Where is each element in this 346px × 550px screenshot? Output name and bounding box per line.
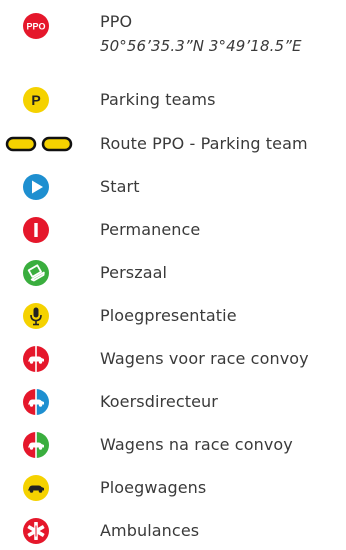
start-play-icon xyxy=(22,173,50,201)
microphone-icon xyxy=(22,302,50,330)
legend-label-ploegwagens: Ploegwagens xyxy=(100,478,207,497)
legend-sublabel-ppo-coordinates: 50°56’35.3”N 3°49’18.5”E xyxy=(100,37,302,55)
ppo-marker-icon: PPO xyxy=(22,12,50,40)
legend-label-ppo: PPO xyxy=(100,12,133,31)
legend-label-perszaal: Perszaal xyxy=(100,263,168,282)
legend-label-ambulances: Ambulances xyxy=(100,521,200,540)
ambulance-star-of-life-icon xyxy=(22,517,50,545)
press-room-laptop-icon xyxy=(22,259,50,287)
permanence-info-icon xyxy=(22,216,50,244)
map-legend: PPO PPO 50°56’35.3”N 3°49’18.5”E P Parki… xyxy=(0,0,346,550)
route-line-icon xyxy=(5,130,73,158)
legend-label-wagens-na: Wagens na race convoy xyxy=(100,435,293,454)
ppo-marker-text: PPO xyxy=(26,22,45,32)
legend-label-permanence: Permanence xyxy=(100,220,201,239)
legend-label-wagens-voor: Wagens voor race convoy xyxy=(100,349,309,368)
legend-label-route: Route PPO - Parking team xyxy=(100,134,308,153)
car-before-convoy-icon xyxy=(22,345,50,373)
parking-marker-icon: P xyxy=(22,86,50,114)
car-after-convoy-icon xyxy=(22,431,50,459)
legend-label-start: Start xyxy=(100,177,140,196)
parking-marker-text: P xyxy=(31,92,40,108)
legend-label-koersdirecteur: Koersdirecteur xyxy=(100,392,218,411)
race-director-car-icon xyxy=(22,388,50,416)
legend-label-parking-teams: Parking teams xyxy=(100,90,216,109)
team-car-icon xyxy=(22,474,50,502)
legend-label-ploegpresentatie: Ploegpresentatie xyxy=(100,306,237,325)
